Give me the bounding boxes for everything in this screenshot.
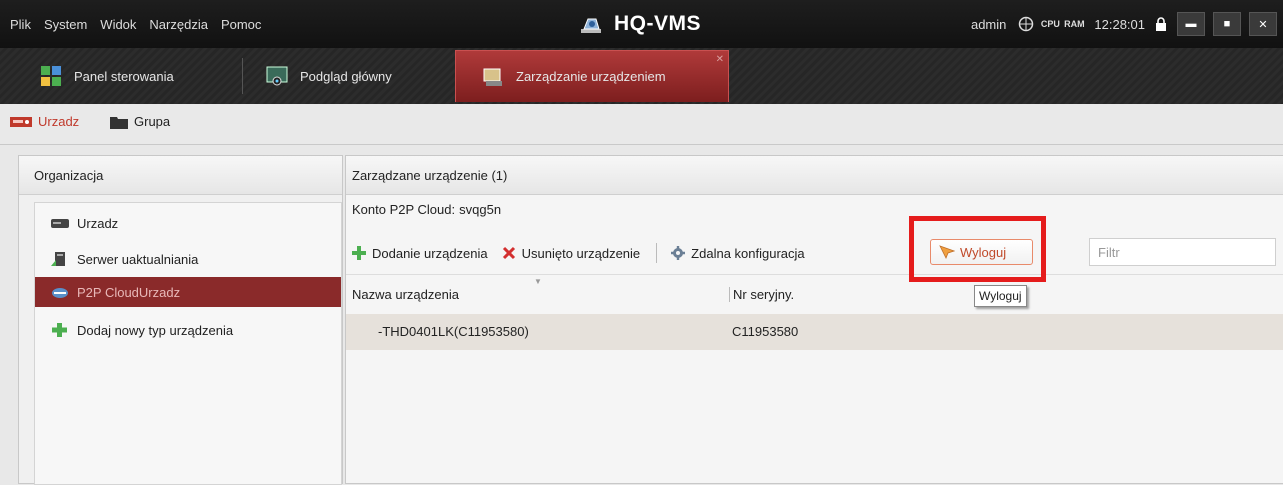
add-device-button[interactable]: Dodanie urządzenia: [352, 246, 488, 261]
organization-panel: Organizacja Urzadz Serwer uaktualniania …: [18, 155, 343, 485]
subtab-label: Urzadz: [38, 114, 80, 129]
menu-plik[interactable]: Plik: [10, 17, 31, 32]
device-icon: [10, 116, 32, 127]
org-item-p2p-cloud[interactable]: P2P CloudUrzadz: [35, 277, 341, 307]
remote-config-button[interactable]: Zdalna konfiguracja: [671, 245, 805, 261]
clock: 12:28:01: [1094, 16, 1145, 32]
org-item-label: P2P CloudUrzadz: [77, 284, 181, 300]
tab-label: Podgląd główny: [300, 68, 392, 84]
tab-zarzadzanie-urzadzeniem[interactable]: Zarządzanie urządzeniem ✕: [455, 50, 729, 102]
org-item-label: Serwer uaktualniania: [77, 251, 199, 267]
cpu-icon: CPU: [1040, 19, 1060, 29]
filter-input[interactable]: [1089, 238, 1276, 266]
close-button[interactable]: ✕: [1249, 12, 1277, 36]
app-title: HQ-VMS: [614, 12, 701, 35]
organization-list: Urzadz Serwer uaktualniania P2P CloudUrz…: [34, 202, 342, 485]
org-item-label: Dodaj nowy typ urządzenia: [77, 322, 234, 338]
highlight-box: [909, 216, 1046, 282]
menu-bar: Plik System Widok Narzędzia Pomoc: [10, 0, 261, 48]
delete-device-button[interactable]: Usunięto urządzenie: [502, 245, 641, 261]
add-device-label: Dodanie urządzenia: [372, 245, 488, 261]
column-device-name[interactable]: Nazwa urządzenia: [352, 287, 459, 302]
cloud-device-icon: [52, 288, 68, 298]
title-bar: Plik System Widok Narzędzia Pomoc HQ-VMS…: [0, 0, 1283, 49]
current-user[interactable]: admin: [971, 17, 1006, 32]
org-item-urzadz[interactable]: Urzadz: [35, 208, 341, 238]
menu-pomoc[interactable]: Pomoc: [221, 17, 261, 32]
org-item-serwer-uaktualniania[interactable]: Serwer uaktualniania: [35, 244, 341, 274]
ram-icon: RAM: [1064, 19, 1085, 29]
organization-header: Organizacja: [19, 156, 342, 195]
live-view-icon: [266, 66, 288, 86]
managed-devices-panel: Zarządzane urządzenie (1) Konto P2P Clou…: [345, 155, 1283, 484]
folder-icon: [110, 116, 128, 129]
toolbar-divider: [656, 243, 658, 263]
sort-indicator-icon: ▼: [534, 277, 542, 286]
app-brand: HQ-VMS: [578, 6, 701, 42]
menu-widok[interactable]: Widok: [100, 17, 136, 32]
subtab-urzadz[interactable]: Urzadz: [10, 114, 79, 129]
device-toolbar: Dodanie urządzenia Usunięto urządzenie Z…: [352, 238, 819, 268]
serial-number-cell: C11953580: [732, 324, 799, 339]
logout-tooltip: Wyloguj: [974, 285, 1027, 307]
subtab-label: Grupa: [134, 114, 171, 129]
close-tab-icon[interactable]: ✕: [716, 54, 724, 65]
tab-divider: [242, 58, 243, 94]
status-area: admin CPU RAM 12:28:01 ▬ ■ ✕: [971, 0, 1283, 48]
org-item-add-type[interactable]: Dodaj nowy typ urządzenia: [35, 315, 341, 345]
plus-icon: [52, 323, 67, 337]
menu-narzedzia[interactable]: Narzędzia: [149, 17, 208, 32]
org-item-label: Urzadz: [77, 215, 119, 231]
tab-label: Panel sterowania: [74, 68, 174, 84]
plus-icon: [352, 246, 366, 260]
managed-devices-header: Zarządzane urządzenie (1): [346, 156, 1283, 195]
remote-config-label: Zdalna konfiguracja: [691, 245, 805, 261]
device-name-cell: -THD0401LK(C11953580): [378, 324, 529, 339]
lock-icon[interactable]: [1153, 16, 1169, 32]
menu-system[interactable]: System: [44, 17, 87, 32]
dashboard-icon: [41, 66, 61, 86]
cloud-account: Konto P2P Cloud: svqg5n: [352, 202, 501, 217]
subtab-grupa[interactable]: Grupa: [110, 114, 170, 129]
network-icon: [1018, 16, 1034, 32]
table-row[interactable]: -THD0401LK(C11953580) C11953580: [346, 314, 1283, 350]
tab-label: Zarządzanie urządzeniem: [516, 69, 666, 84]
sub-tab-bar: Urzadz Grupa: [0, 104, 1283, 145]
delete-icon: [502, 246, 515, 260]
gear-icon: [671, 246, 686, 260]
device-icon: [51, 219, 69, 228]
tab-podglad-glowny[interactable]: Podgląd główny: [266, 50, 392, 102]
main-tab-bar: Panel sterowania Podgląd główny Zarządza…: [0, 48, 1283, 104]
server-icon: [51, 252, 65, 266]
camera-logo-icon: [581, 18, 601, 33]
device-management-icon: [483, 68, 502, 86]
delete-device-label: Usunięto urządzenie: [521, 245, 641, 261]
device-table-header: ▼ Nazwa urządzenia Nr seryjny.: [346, 274, 1283, 316]
column-serial-number[interactable]: Nr seryjny.: [729, 287, 794, 302]
maximize-button[interactable]: ■: [1213, 12, 1241, 36]
cloud-account-label: Konto P2P Cloud:: [352, 202, 456, 217]
cloud-account-value: svqg5n: [459, 202, 502, 217]
tab-panel-sterowania[interactable]: Panel sterowania: [40, 50, 174, 102]
minimize-button[interactable]: ▬: [1177, 12, 1205, 36]
